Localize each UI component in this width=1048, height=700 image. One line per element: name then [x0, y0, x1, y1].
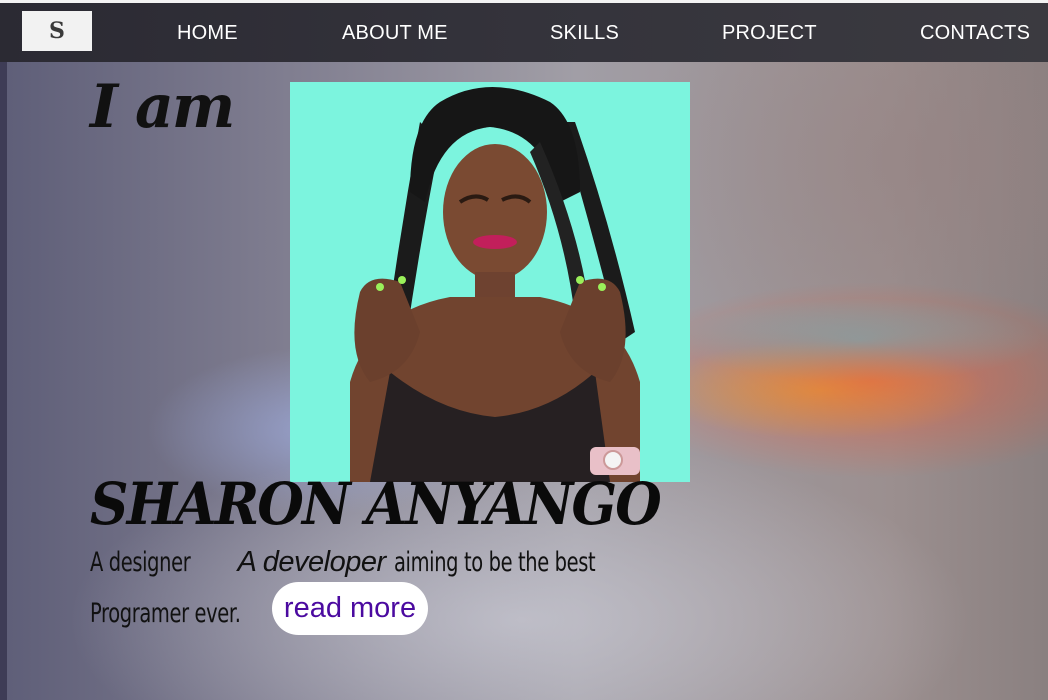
read-more-button[interactable]: read more [272, 582, 428, 635]
tagline-programer: Programer ever. [90, 598, 241, 629]
left-edge [0, 62, 7, 700]
navbar: S HOME ABOUT ME SKILLS PROJECT CONTACTS [0, 3, 1048, 62]
tagline-developer: A developer [237, 546, 386, 578]
nav-skills[interactable]: SKILLS [550, 22, 619, 45]
tagline-line-1: A designer A developer aiming to be the … [90, 537, 673, 588]
tagline-designer: A designer [90, 547, 191, 578]
logo[interactable]: S [22, 11, 92, 51]
profile-photo [290, 82, 690, 482]
tagline-line-2: Programer ever. [90, 588, 299, 639]
nav-contacts[interactable]: CONTACTS [920, 22, 1030, 45]
nav-project[interactable]: PROJECT [722, 22, 817, 45]
logo-letter: S [49, 18, 65, 44]
intro-heading: I am [90, 72, 235, 142]
nav-home[interactable]: HOME [177, 22, 238, 45]
nav-about-me[interactable]: ABOUT ME [342, 22, 448, 45]
tagline-aim: aiming to be the best [393, 547, 596, 578]
person-illustration [290, 82, 690, 482]
hero-name: SHARON ANYANGO [90, 470, 662, 538]
